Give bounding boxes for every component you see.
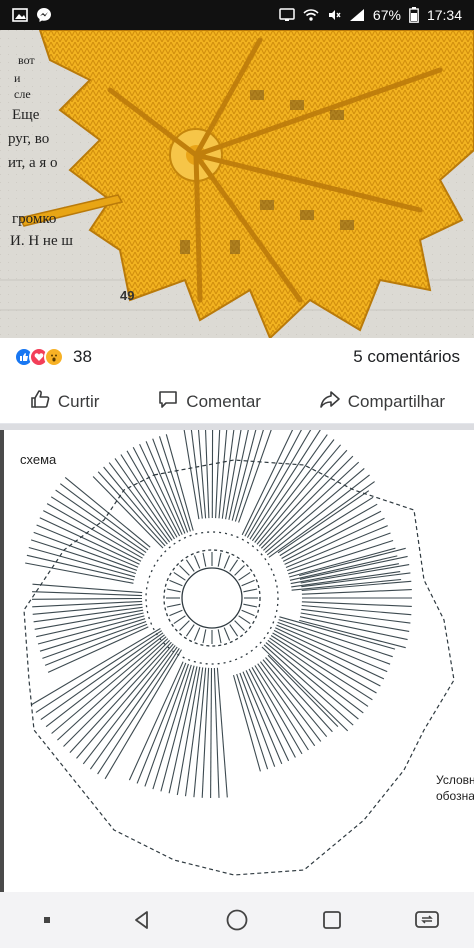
post-photo[interactable]: вот и сле Еще руг, во ит, а я о громко И… (0, 30, 474, 338)
like-label: Curtir (57, 391, 100, 411)
like-button[interactable]: Curtir (29, 388, 100, 415)
battery-icon (409, 7, 419, 23)
back-button[interactable] (118, 900, 166, 940)
reactions-bar: 38 5 comentários (0, 340, 474, 374)
legend-line: обозна (436, 789, 474, 803)
book-line: И. Н не ш (10, 233, 73, 249)
diagram-legend: Условн обозна (436, 772, 474, 804)
book-line: вот (18, 53, 35, 67)
recents-square-icon (322, 911, 341, 929)
book-line: руг, во (8, 131, 50, 147)
comments-count-link[interactable]: 5 comentários (353, 347, 460, 367)
home-button[interactable] (213, 900, 261, 940)
comment-button[interactable]: Comentar (157, 388, 261, 415)
gallery-icon (12, 8, 28, 22)
clock: 17:34 (426, 7, 462, 23)
screen-cast-icon (279, 8, 295, 22)
screen-switch-button[interactable] (403, 900, 451, 940)
share-label: Compartilhar (347, 391, 446, 411)
legend-line: Условн (436, 773, 474, 787)
back-triangle-icon (135, 911, 149, 929)
crochet-chart (23, 430, 455, 876)
post-actions: Curtir Comentar Compartilhar (0, 380, 474, 424)
home-circle-icon (226, 909, 248, 931)
book-line: громко (12, 211, 57, 227)
mute-icon (327, 8, 341, 22)
recents-button[interactable] (308, 900, 356, 940)
thumbs-up-icon (29, 388, 51, 415)
crochet-diagram-image[interactable]: схема Условн обозна (0, 430, 474, 892)
book-line: Еще (12, 107, 40, 123)
book-line: и сле (14, 71, 31, 101)
signal-icon (349, 8, 365, 22)
comment-icon (157, 388, 179, 415)
battery-percent: 67% (372, 7, 401, 23)
android-nav-bar (0, 892, 474, 948)
crochet-leaf-photo (0, 30, 474, 338)
switch-screens-icon (414, 911, 439, 928)
wifi-icon (303, 8, 319, 22)
messenger-icon (36, 7, 52, 23)
share-button[interactable]: Compartilhar (319, 388, 445, 415)
page-number: 49 (120, 288, 135, 303)
share-icon (319, 388, 341, 415)
status-bar: 67% 17:34 (0, 0, 474, 30)
wow-reaction-icon (44, 347, 64, 367)
reaction-summary[interactable]: 38 (14, 347, 92, 367)
comment-label: Comentar (186, 391, 261, 411)
dot-icon (44, 917, 51, 923)
reaction-count: 38 (73, 347, 92, 366)
book-line: ит, а я о (8, 155, 58, 171)
nav-dot-button[interactable] (23, 900, 71, 940)
